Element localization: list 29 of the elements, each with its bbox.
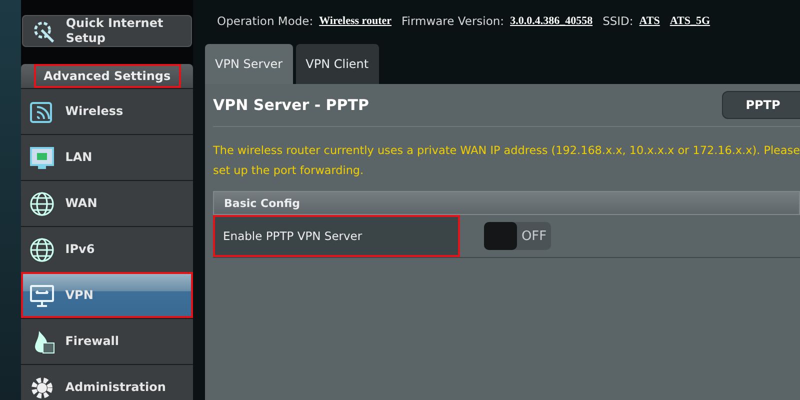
info-label: Operation Mode: [217, 14, 314, 28]
info-link[interactable]: Wireless router [319, 15, 392, 27]
sidebar-item[interactable]: Administration [21, 364, 194, 400]
sidebar-item[interactable]: Wireless [21, 88, 194, 134]
setting-label: Enable PPTP VPN Server [213, 215, 460, 257]
toggle-switch[interactable]: OFF [484, 222, 552, 250]
info-link[interactable]: ATS [639, 15, 660, 27]
info-label: Firmware Version: [402, 14, 504, 28]
warning-text: The wireless router currently uses a private WAN IP address (192.168.x.x, 10.x.x.x or 172.16.x.x). Please set up the port forwarding. [213, 143, 800, 179]
mode-button[interactable]: PPTP [722, 91, 800, 119]
sidebar-item[interactable]: WAN [21, 180, 194, 226]
monitor-icon [29, 282, 56, 308]
info-label: SSID: [602, 14, 634, 28]
sidebar-item[interactable]: LAN [21, 134, 194, 180]
section-label: Advanced Settings [34, 64, 181, 88]
info-link[interactable]: ATS_5G [670, 15, 710, 27]
gear-icon [29, 374, 56, 400]
sidebar-item[interactable]: VPN [21, 272, 194, 318]
network-port-icon [29, 144, 56, 170]
panel-title: VPN Server - PPTP [213, 96, 370, 114]
quick-setup-button[interactable]: Quick Internet Setup [22, 15, 192, 47]
section-header: Basic Config [213, 191, 800, 215]
sidebar-item[interactable]: Firewall [21, 318, 194, 364]
sidebar-item[interactable]: IPv6 [21, 226, 194, 272]
info-link[interactable]: 3.0.0.4.386_40558 [510, 15, 593, 27]
globe-icon [29, 190, 56, 216]
tab[interactable]: VPN Server [205, 44, 293, 84]
tab[interactable]: VPN Client [296, 44, 379, 84]
globe-icon [29, 236, 56, 262]
